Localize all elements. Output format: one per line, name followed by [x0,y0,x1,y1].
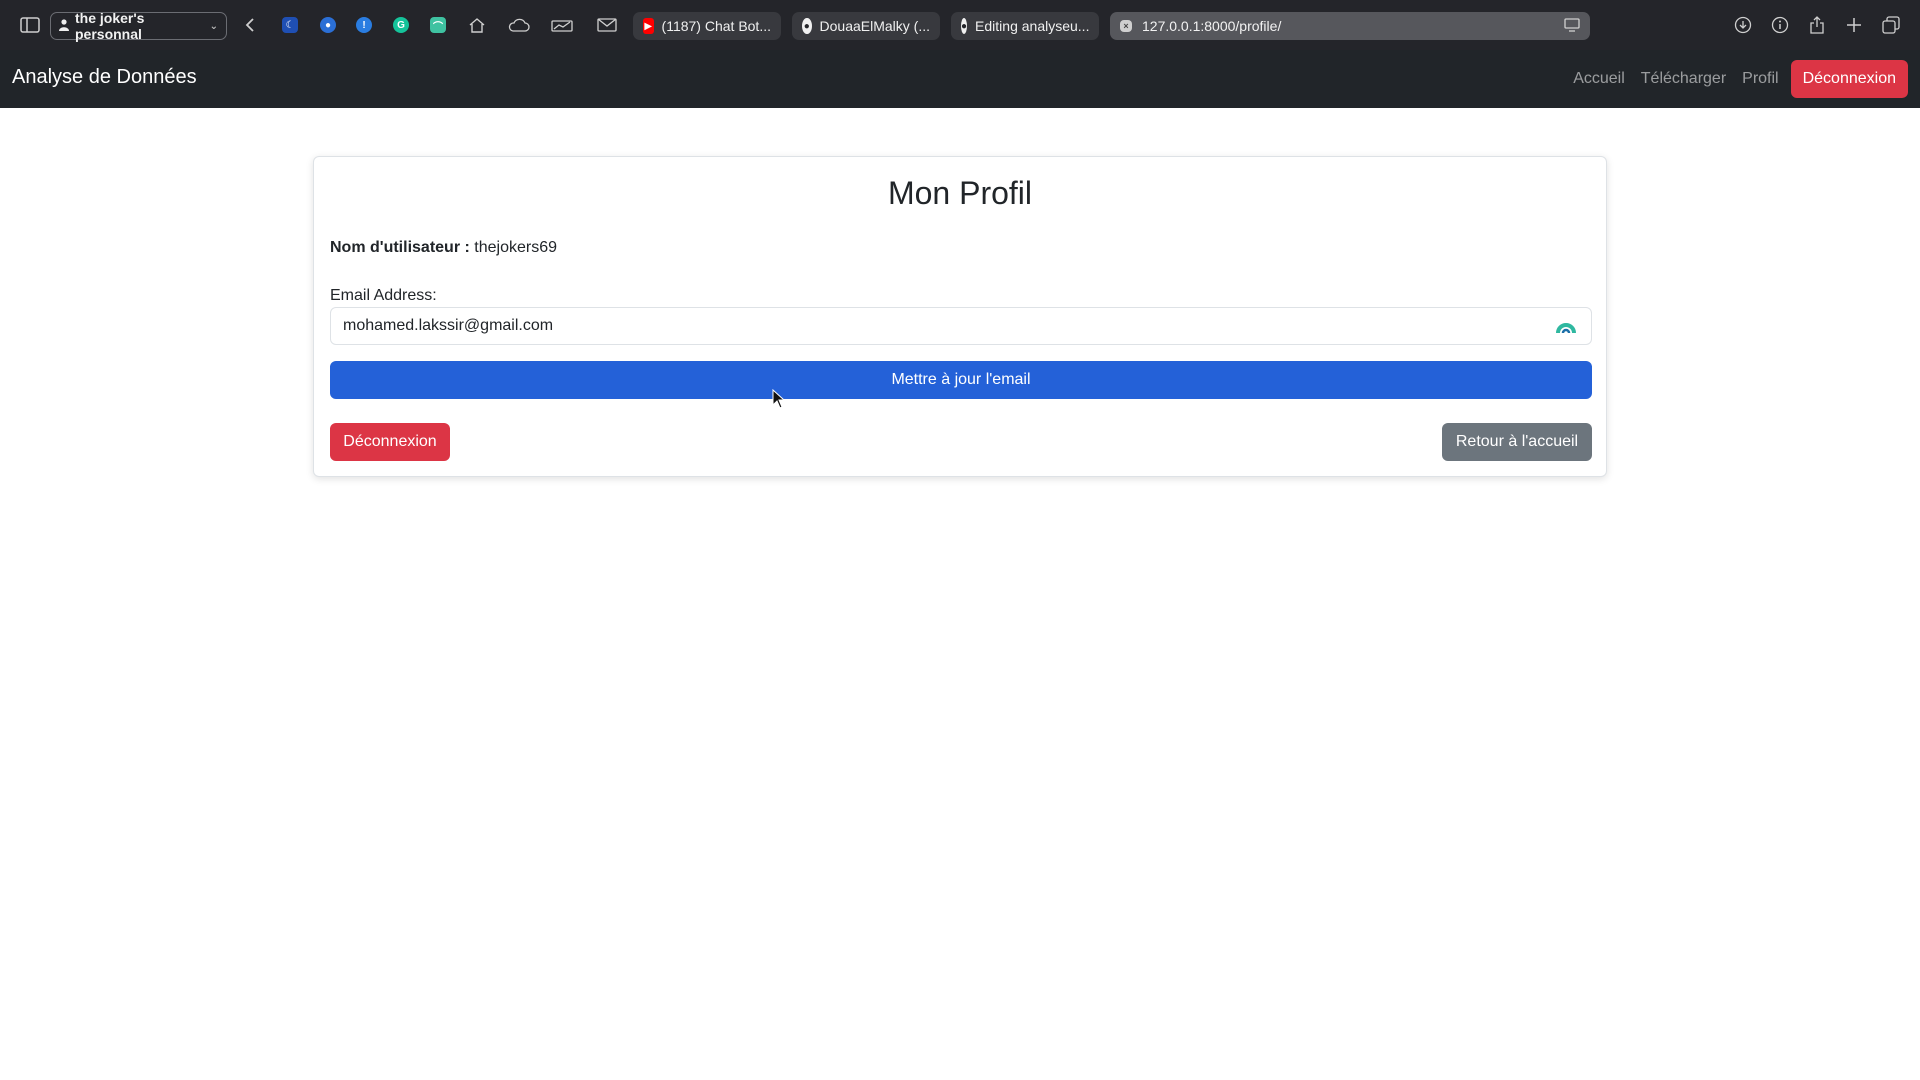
browser-profile-label: the joker's personnal [75,10,145,42]
mouse-cursor-icon [772,388,786,409]
grammarly-icon[interactable]: G [389,14,413,36]
browser-tab-editing[interactable]: ● Editing analyseu... [951,12,1099,40]
site-icon: × [1120,20,1132,32]
sidebar-toggle-icon[interactable] [18,14,42,36]
url-text: 127.0.0.1:8000/profile/ [1142,18,1282,34]
home-icon[interactable] [465,14,489,36]
email-field[interactable] [330,307,1592,345]
github-icon: ● [961,18,968,34]
autofill-extension-icon[interactable] [1556,317,1576,335]
browser-tab-youtube[interactable]: ▶ (1187) Chat Bot... [633,12,781,40]
tab-title: DouaaElMalky (... [819,18,930,34]
navbar-brand[interactable]: Analyse de Données [12,66,197,89]
back-arrow-icon[interactable] [238,14,262,36]
reader-mode-icon[interactable] [1564,17,1580,35]
username-line: Nom d'utilisateur : thejokers69 [330,239,557,257]
password-manager-icon[interactable]: ● [316,14,340,36]
update-email-button[interactable]: Mettre à jour l'email [330,361,1592,399]
back-home-button[interactable]: Retour à l'accueil [1442,423,1592,461]
tab-title: Editing analyseu... [975,18,1090,34]
username-value: thejokers69 [474,239,557,256]
logout-button[interactable]: Déconnexion [330,423,450,461]
email-label: Email Address: [330,287,437,304]
chevron-down-icon: ⌄ [209,20,218,32]
mail-icon[interactable] [595,14,619,36]
page-title: Mon Profil [887,175,1033,211]
browser-profile-selector[interactable]: the joker's personnal ⌄ [50,10,227,42]
tab-overview-icon[interactable] [1879,14,1903,36]
info-icon[interactable] [1768,14,1792,36]
nav-link-accueil[interactable]: Accueil [1565,62,1633,96]
app-navbar: Analyse de Données Accueil Télécharger P… [0,50,1920,108]
moon-extension-icon[interactable]: ☾ [278,14,302,36]
new-tab-icon[interactable] [1842,14,1866,36]
person-icon [59,18,69,34]
youtube-icon: ▶ [643,18,654,34]
browser-tab-github[interactable]: ● DouaaElMalky (... [792,12,940,40]
username-label: Nom d'utilisateur : [330,239,470,256]
download-icon[interactable] [1731,14,1755,36]
github-icon: ● [802,18,812,34]
nav-link-telecharger[interactable]: Télécharger [1633,62,1734,96]
shield-extension-icon[interactable]: ! [352,14,376,36]
cloud-icon[interactable] [507,14,531,36]
profile-card: Mon Profil Nom d'utilisateur : thejokers… [313,156,1607,477]
share-icon[interactable] [1805,14,1829,36]
green-extension-icon[interactable]: ⌒ [426,14,450,36]
nav-link-profil[interactable]: Profil [1734,62,1786,96]
address-bar[interactable]: × 127.0.0.1:8000/profile/ [1110,12,1590,40]
browser-toolbar: the joker's personnal ⌄ ☾ ● ! G ⌒ ▶ (118… [0,0,1920,50]
tab-title: (1187) Chat Bot... [661,18,771,34]
chart-extension-icon[interactable] [550,14,574,36]
navbar-links: Accueil Télécharger Profil Déconnexion [1565,60,1908,98]
nav-logout-button[interactable]: Déconnexion [1790,60,1908,98]
